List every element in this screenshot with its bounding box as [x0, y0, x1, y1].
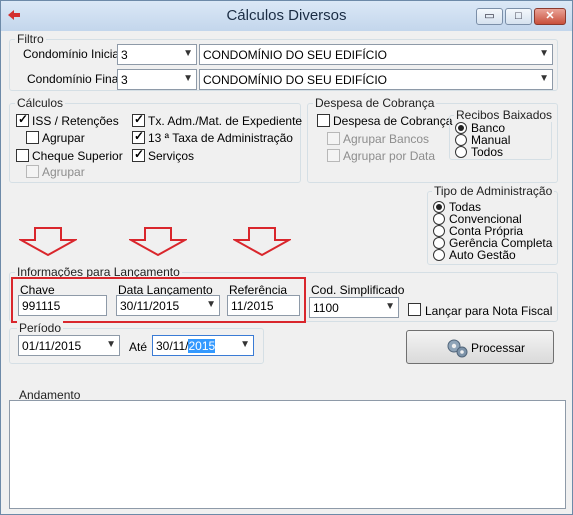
periodo-ate-picker[interactable]: 30/11/2015 ▼ — [152, 335, 254, 356]
annotation-arrow-icon — [129, 227, 187, 257]
cod-simplificado-select[interactable]: 1100 ▼ — [309, 297, 399, 318]
minimize-icon: ▭ — [484, 10, 495, 22]
chevron-down-icon: ▼ — [183, 48, 193, 59]
agrupar-data-checkbox — [327, 149, 340, 162]
tx-adm-checkbox[interactable]: ✓ — [132, 112, 145, 127]
cod-simplificado-label: Cod. Simplificado — [311, 283, 405, 297]
agrupar-cheque-checkbox — [26, 165, 39, 178]
periodo-de-picker[interactable]: 01/11/2015 ▼ — [18, 335, 120, 356]
check-icon: ✓ — [18, 112, 29, 126]
chevron-down-icon: ▼ — [385, 301, 395, 312]
title-bar: Cálculos Diversos ▭ □ ✕ — [1, 1, 572, 31]
condominio-inicial-name-select[interactable]: CONDOMÍNIO DO SEU EDIFÍCIO ▼ — [199, 44, 553, 65]
close-icon: ✕ — [545, 10, 555, 22]
servicos-checkbox[interactable]: ✓ — [132, 147, 145, 162]
cheque-superior-label: Cheque Superior — [32, 149, 123, 163]
recibos-legend: Recibos Baixados — [454, 108, 555, 122]
despesa-legend: Despesa de Cobrança — [313, 96, 437, 110]
periodo-ate-selected: 2015 — [188, 339, 216, 353]
check-icon: ✓ — [134, 129, 145, 143]
chevron-down-icon: ▼ — [106, 339, 116, 350]
agrupar-data-label: Agrupar por Data — [343, 149, 436, 163]
periodo-ate-prefix: 30/11/ — [156, 339, 189, 353]
minimize-button[interactable]: ▭ — [476, 8, 503, 25]
recibo-todos-label: Todos — [471, 145, 504, 159]
periodo-de-value: 01/11/2015 — [22, 339, 82, 353]
nota-fiscal-label: Lançar para Nota Fiscal — [425, 304, 553, 318]
condominio-inicial-code: 3 — [121, 48, 128, 62]
tipo-admin-legend: Tipo de Administração — [432, 184, 555, 198]
ate-label: Até — [129, 340, 148, 354]
cod-simplificado-value: 1100 — [313, 301, 339, 315]
annotation-arrow-icon — [19, 227, 77, 257]
periodo-ate-value: 30/11/2015 — [156, 339, 216, 353]
recibo-todos-radio[interactable] — [455, 146, 467, 158]
taxa-13-checkbox[interactable]: ✓ — [132, 129, 145, 144]
gears-icon — [447, 339, 468, 358]
periodo-legend: Período — [17, 321, 64, 335]
chevron-down-icon: ▼ — [539, 73, 549, 84]
chevron-down-icon: ▼ — [539, 48, 549, 59]
andamento-log[interactable] — [9, 400, 566, 509]
processar-label: Processar — [471, 341, 526, 355]
cheque-superior-checkbox[interactable] — [16, 149, 29, 162]
calculos-legend: Cálculos — [15, 96, 66, 110]
chevron-down-icon: ▼ — [240, 339, 250, 350]
check-icon: ✓ — [134, 147, 145, 161]
filtro-legend: Filtro — [15, 32, 46, 46]
condominio-final-name-select[interactable]: CONDOMÍNIO DO SEU EDIFÍCIO ▼ — [199, 69, 553, 90]
condominio-inicial-name: CONDOMÍNIO DO SEU EDIFÍCIO — [203, 48, 388, 62]
taxa-13-label: 13 ª Taxa de Administração — [148, 131, 293, 145]
tipo-gerencia-radio[interactable] — [433, 237, 445, 249]
recibo-manual-radio[interactable] — [455, 134, 467, 146]
chevron-down-icon: ▼ — [183, 73, 193, 84]
tipo-todas-radio[interactable] — [433, 201, 445, 213]
agrupar-cheque-label: Agrupar — [42, 165, 85, 179]
despesa-label: Despesa de Cobrança — [333, 114, 453, 128]
condominio-final-code-select[interactable]: 3 ▼ — [117, 69, 197, 90]
nota-fiscal-checkbox[interactable] — [408, 303, 421, 316]
condominio-final-code: 3 — [121, 73, 128, 87]
agrupar-bancos-checkbox — [327, 132, 340, 145]
recibo-banco-radio[interactable] — [455, 122, 467, 134]
despesa-checkbox[interactable] — [317, 114, 330, 127]
agrupar-iss-checkbox[interactable] — [26, 131, 39, 144]
maximize-button[interactable]: □ — [505, 8, 532, 25]
tipo-conta-propria-radio[interactable] — [433, 225, 445, 237]
agrupar-bancos-label: Agrupar Bancos — [343, 132, 430, 146]
condominio-inicial-code-select[interactable]: 3 ▼ — [117, 44, 197, 65]
condominio-final-label: Condomínio Final — [27, 72, 122, 86]
servicos-label: Serviços — [148, 149, 195, 163]
iss-label: ISS / Retenções — [32, 114, 119, 128]
check-icon: ✓ — [134, 112, 145, 126]
iss-checkbox[interactable]: ✓ — [16, 112, 29, 127]
tx-adm-label: Tx. Adm./Mat. de Expediente — [148, 114, 303, 128]
annotation-arrow-icon — [233, 227, 291, 257]
tipo-auto-gestao-radio[interactable] — [433, 249, 445, 261]
condominio-final-name: CONDOMÍNIO DO SEU EDIFÍCIO — [203, 73, 388, 87]
agrupar-iss-label: Agrupar — [42, 131, 85, 145]
window: Cálculos Diversos ▭ □ ✕ Filtro Condomíni… — [0, 0, 573, 515]
tipo-auto-gestao-label: Auto Gestão — [449, 248, 516, 262]
tipo-convencional-radio[interactable] — [433, 213, 445, 225]
processar-button[interactable]: Processar — [406, 330, 554, 364]
annotation-highlight-box — [11, 277, 306, 323]
maximize-icon: □ — [515, 10, 522, 22]
condominio-inicial-label: Condomínio Inicial — [23, 47, 122, 61]
close-button[interactable]: ✕ — [534, 8, 566, 25]
